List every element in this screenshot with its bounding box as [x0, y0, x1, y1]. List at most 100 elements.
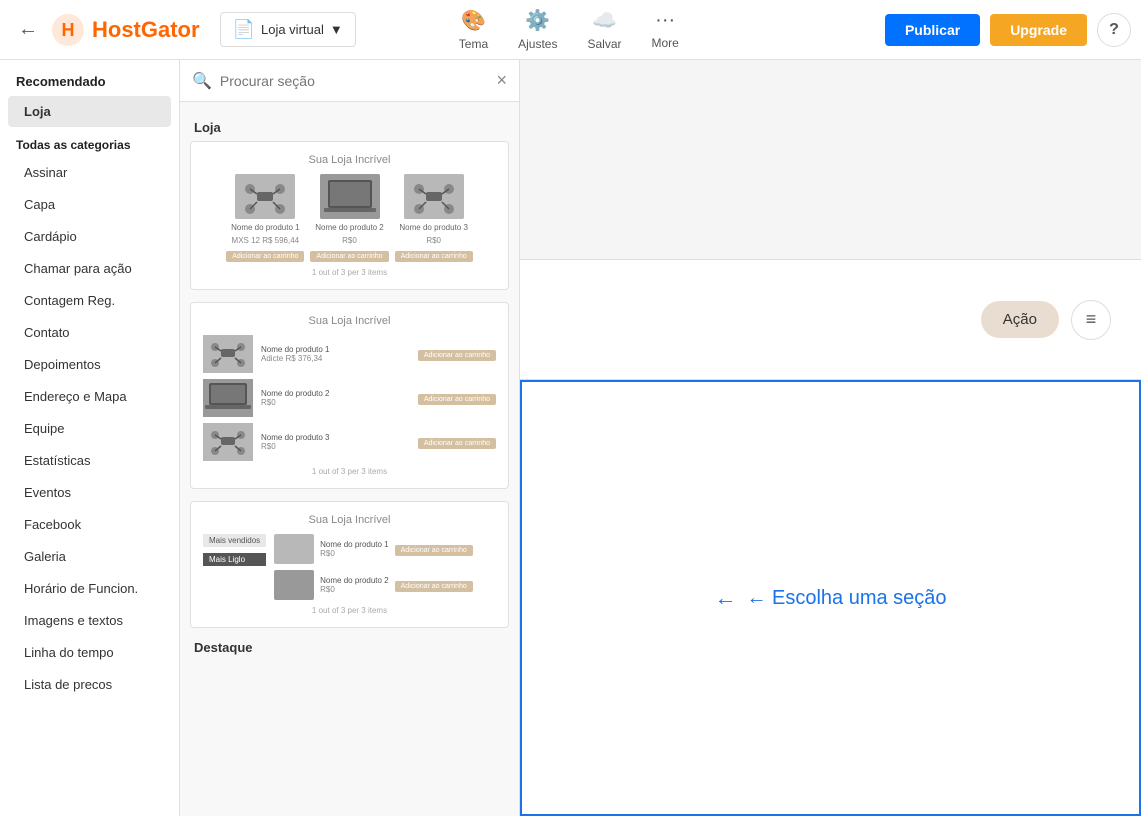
template-2-product-1-name: Nome do produto 1 [261, 345, 410, 354]
template-product-1: Nome do produto 1 MXS 12 R$ 596,44 Adici… [226, 174, 304, 262]
choose-section-label: ← ← Escolha uma seção [714, 585, 946, 611]
back-button[interactable]: ← [10, 12, 46, 48]
template-1-pagination: 1 out of 3 per 3 items [203, 268, 496, 277]
template-3-product-1: Nome do produto 1 R$0 Adicionar ao carri… [274, 534, 496, 564]
sidebar-item-assinar[interactable]: Assinar [8, 157, 171, 188]
sidebar-item-linha[interactable]: Linha do tempo [8, 637, 171, 668]
canvas-choose-section[interactable]: ← ← Escolha uma seção [520, 380, 1141, 816]
canvas-area: Ação ≡ ← ← Escolha uma seção [520, 60, 1141, 816]
panel-loja-label: Loja [194, 120, 505, 135]
canvas-menu-button[interactable]: ≡ [1071, 300, 1111, 340]
template-3-product-2-name: Nome do produto 2 [320, 576, 389, 585]
left-sidebar: Recomendado Loja Todas as categorias Ass… [0, 60, 180, 816]
template-1-products: Nome do produto 1 MXS 12 R$ 596,44 Adici… [203, 174, 496, 262]
template-2-add-btn-1[interactable]: Adicionar ao carrinho [418, 350, 496, 361]
drone-svg-3 [203, 335, 253, 373]
panel-content: Loja Sua Loja Incrível [180, 102, 519, 816]
canvas-middle-section: Ação ≡ [520, 260, 1141, 380]
salvar-icon: ☁️ [592, 8, 617, 33]
nav-salvar[interactable]: ☁️ Salvar [587, 8, 621, 51]
template-card-1-inner: Sua Loja Incrível [191, 142, 508, 289]
nav-more[interactable]: ··· More [652, 9, 679, 50]
drone-svg-4 [203, 423, 253, 461]
template-3-product-1-info: Nome do produto 1 R$0 [320, 540, 389, 558]
template-2-product-1-info: Nome do produto 1 Adicte R$ 376,34 [261, 345, 410, 363]
template-3-add-btn-1[interactable]: Adicionar ao carrinho [395, 545, 473, 556]
panel-destaque-label: Destaque [194, 640, 505, 655]
categories-title: Todas as categorias [0, 128, 179, 156]
top-navigation: ← H HostGator 📄 Loja virtual ▼ 🎨 Tema ⚙️… [0, 0, 1141, 60]
search-input[interactable] [220, 73, 489, 89]
template-2-product-2-info: Nome do produto 2 R$0 [261, 389, 410, 407]
laptop-svg-1 [320, 174, 380, 219]
sidebar-item-chamar[interactable]: Chamar para ação [8, 253, 171, 284]
product-3-button[interactable]: Adicionar ao carrinho [395, 251, 473, 262]
product-2-price: R$0 [342, 236, 357, 245]
product-2-name: Nome do produto 2 [315, 223, 384, 232]
sidebar-item-contagem[interactable]: Contagem Reg. [8, 285, 171, 316]
sidebar-item-cardapio[interactable]: Cardápio [8, 221, 171, 252]
template-2-product-2-name: Nome do produto 2 [261, 389, 410, 398]
choose-section-text: ← Escolha uma seção [746, 587, 946, 610]
template-2-product-2-img [203, 379, 253, 417]
ajustes-label: Ajustes [518, 37, 557, 51]
sidebar-item-contato[interactable]: Contato [8, 317, 171, 348]
sidebar-item-eventos[interactable]: Eventos [8, 477, 171, 508]
hostgator-logo-icon: H [50, 12, 86, 48]
product-1-image [235, 174, 295, 219]
template-2-product-1-img [203, 335, 253, 373]
more-label: More [652, 36, 679, 50]
nav-tema[interactable]: 🎨 Tema [459, 8, 488, 51]
publicar-button[interactable]: Publicar [885, 14, 980, 46]
sidebar-item-capa[interactable]: Capa [8, 189, 171, 220]
panel-search-bar: 🔍 × [180, 60, 519, 102]
salvar-label: Salvar [587, 37, 621, 51]
product-1-button[interactable]: Adicionar ao carrinho [226, 251, 304, 262]
sidebar-item-loja[interactable]: Loja [8, 96, 171, 127]
sidebar-item-lista[interactable]: Lista de precos [8, 669, 171, 700]
sidebar-item-estatisticas[interactable]: Estatísticas [8, 445, 171, 476]
template-2-add-btn-3[interactable]: Adicionar ao carrinho [418, 438, 496, 449]
product-3-name: Nome do produto 3 [399, 223, 468, 232]
template-2-product-2-price: R$0 [261, 398, 410, 407]
template-card-2[interactable]: Sua Loja Incrível [190, 302, 509, 489]
product-2-image [320, 174, 380, 219]
sidebar-item-imagens[interactable]: Imagens e textos [8, 605, 171, 636]
canvas-action-button[interactable]: Ação [981, 301, 1059, 338]
template-card-1[interactable]: Sua Loja Incrível [190, 141, 509, 290]
template-3-left: Mais vendidos Mais Liglo [203, 534, 266, 600]
svg-text:H: H [62, 20, 75, 40]
template-3-pagination: 1 out of 3 per 3 items [203, 606, 496, 615]
sidebar-item-facebook[interactable]: Facebook [8, 509, 171, 540]
sidebar-item-endereco[interactable]: Endereço e Mapa [8, 381, 171, 412]
help-button[interactable]: ? [1097, 13, 1131, 47]
template-3-product-2-info: Nome do produto 2 R$0 [320, 576, 389, 594]
canvas-top-section [520, 60, 1141, 260]
product-2-button[interactable]: Adicionar ao carrinho [310, 251, 388, 262]
template-3-product-1-price: R$0 [320, 549, 389, 558]
template-2-pagination: 1 out of 3 per 3 items [203, 467, 496, 476]
template-2-product-3-name: Nome do produto 3 [261, 433, 410, 442]
template-card-2-inner: Sua Loja Incrível [191, 303, 508, 488]
template-3-product-2-price: R$0 [320, 585, 389, 594]
panel-close-button[interactable]: × [496, 70, 507, 91]
nav-center-actions: 🎨 Tema ⚙️ Ajustes ☁️ Salvar ··· More [459, 8, 679, 51]
product-3-price: R$0 [426, 236, 441, 245]
upgrade-button[interactable]: Upgrade [990, 14, 1087, 46]
nav-ajustes[interactable]: ⚙️ Ajustes [518, 8, 557, 51]
product-1-price: MXS 12 R$ 596,44 [232, 236, 300, 245]
logo-text: HostGator [92, 17, 200, 43]
template-product-3: Nome do produto 3 R$0 Adicionar ao carri… [395, 174, 473, 262]
sidebar-item-equipe[interactable]: Equipe [8, 413, 171, 444]
template-1-title: Sua Loja Incrível [203, 154, 496, 166]
product-1-name: Nome do produto 1 [231, 223, 300, 232]
sidebar-item-depoimentos[interactable]: Depoimentos [8, 349, 171, 380]
store-icon: 📄 [233, 19, 255, 40]
template-3-title: Sua Loja Incrível [203, 514, 496, 526]
sidebar-item-galeria[interactable]: Galeria [8, 541, 171, 572]
store-virtual-button[interactable]: 📄 Loja virtual ▼ [220, 12, 356, 47]
sidebar-item-horario[interactable]: Horário de Funcion. [8, 573, 171, 604]
template-2-add-btn-2[interactable]: Adicionar ao carrinho [418, 394, 496, 405]
template-3-add-btn-2[interactable]: Adicionar ao carrinho [395, 581, 473, 592]
template-card-3[interactable]: Sua Loja Incrível Mais vendidos Mais Lig… [190, 501, 509, 628]
